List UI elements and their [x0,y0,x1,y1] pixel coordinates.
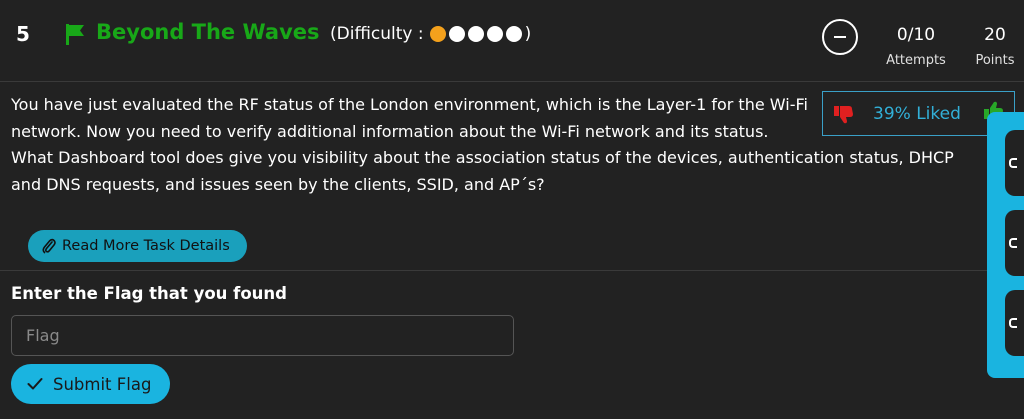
difficulty-dot-empty [505,26,522,42]
difficulty-dot-empty [467,26,484,42]
section-divider [0,270,987,271]
side-toolbar-button-1[interactable] [1005,130,1024,196]
submit-flag-button[interactable]: Submit Flag [11,364,170,404]
difficulty-indicator: (Difficulty : ) [330,24,531,44]
check-icon [27,378,43,390]
difficulty-dots [429,26,525,42]
minus-circle-icon [834,36,846,38]
difficulty-label: (Difficulty : [330,24,424,44]
points-stat: 20 Points [966,25,1024,68]
description-paragraph-2: What Dashboard tool does give you visibi… [11,148,954,194]
submit-flag-label: Submit Flag [53,374,152,394]
read-more-button[interactable]: Read More Task Details [28,230,247,262]
challenge-title: Beyond The Waves [96,20,320,44]
difficulty-dot-empty [448,26,465,42]
flag-input[interactable] [11,315,514,356]
difficulty-suffix: ) [524,24,532,44]
points-value: 20 [984,25,1006,45]
attempts-stat: 0/10 Attempts [878,25,954,68]
attempts-value: 0/10 [896,25,936,45]
side-toolbar [987,112,1024,378]
challenge-number: 5 [16,22,30,46]
collapse-button[interactable] [822,19,858,55]
challenge-header: 5 Beyond The Waves (Difficulty : ) 0/10 … [0,0,1024,82]
difficulty-dot-empty [486,26,503,42]
points-label: Points [975,53,1015,68]
thumbs-down-icon[interactable] [833,103,855,125]
liked-percentage: 39% Liked [873,103,961,124]
difficulty-dot-filled [429,26,446,42]
side-toolbar-button-3[interactable] [1005,290,1024,356]
flag-icon [66,24,84,45]
attempts-label: Attempts [886,53,946,68]
side-toolbar-icon [1009,158,1017,168]
side-toolbar-icon [1009,318,1017,328]
read-more-label: Read More Task Details [62,238,230,254]
paperclip-icon [42,238,56,254]
side-toolbar-button-2[interactable] [1005,210,1024,276]
flag-field-label: Enter the Flag that you found [11,284,287,303]
description-paragraph-1: You have just evaluated the RF status of… [11,95,808,141]
side-toolbar-icon [1009,238,1017,248]
